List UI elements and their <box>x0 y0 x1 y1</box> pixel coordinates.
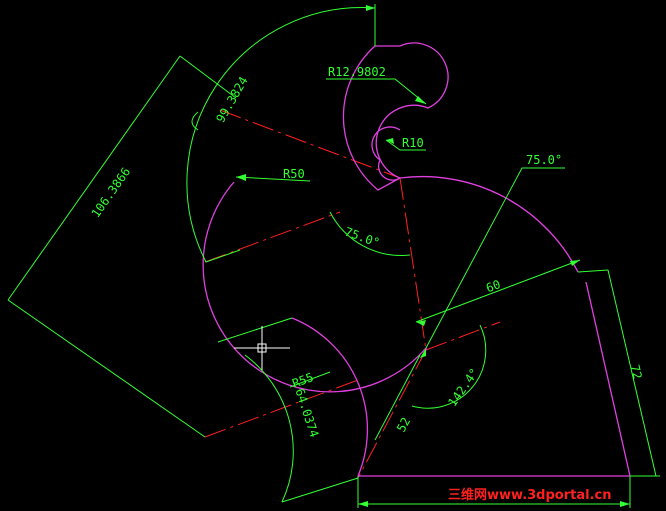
label-angle-142: 142.4° <box>445 366 481 410</box>
arrowhead <box>620 501 630 507</box>
dim-99-leader <box>191 111 199 131</box>
centerline-lower-left <box>204 379 359 438</box>
outline-right-arc <box>399 175 579 273</box>
outline-r10-notch <box>371 126 401 181</box>
outline-r12-lobe <box>375 42 449 179</box>
dim-106-ext-a <box>7 299 206 438</box>
dim-ext-left-r50 <box>205 249 241 263</box>
outline-lower-left-arc <box>202 181 427 393</box>
label-72: 72 <box>628 363 645 380</box>
arrowhead <box>415 96 426 104</box>
part-outline <box>202 42 631 477</box>
label-dist-106: 106.3866 <box>89 165 134 220</box>
label-r12-9802: R12.9802 <box>328 65 386 79</box>
label-angle-75-center: 75.0° <box>343 225 382 251</box>
dimension-lines <box>7 4 660 508</box>
label-r50: R50 <box>283 167 305 181</box>
label-r10: R10 <box>402 136 424 150</box>
dim-r12-leader <box>326 78 427 105</box>
arrowhead <box>358 501 368 507</box>
arrowhead <box>236 174 246 181</box>
watermark-text: 三维网www.3dportal.cn <box>448 487 611 503</box>
dim-angle-75-top-leader <box>425 167 565 349</box>
arrowhead <box>366 5 375 11</box>
label-arc-64: 64.0374 <box>293 387 322 439</box>
dimension-labels: R12.9802 R10 R50 75.0° 75.0° 60 72 R55 5… <box>89 65 645 439</box>
centerline-to-bottom <box>357 349 427 479</box>
dim-106-line <box>7 55 181 301</box>
cad-drawing-canvas[interactable]: R12.9802 R10 R50 75.0° 75.0° 60 72 R55 5… <box>0 0 666 511</box>
centerline-arc-r50 <box>219 109 401 179</box>
label-60: 60 <box>484 277 502 295</box>
dim-60-ext <box>577 269 609 273</box>
centerlines <box>204 109 501 479</box>
dim-arc-64 <box>217 317 294 503</box>
dim-arc-outer <box>186 7 376 263</box>
label-angle-75-top: 75.0° <box>526 153 562 167</box>
arrowheads <box>236 5 630 507</box>
label-52: 52 <box>394 415 413 434</box>
centerline-upper-left <box>204 211 341 263</box>
dim-64-ext-bottom <box>281 477 359 503</box>
crosshair-cursor-icon <box>234 326 290 370</box>
outline-right-edge <box>585 281 631 477</box>
